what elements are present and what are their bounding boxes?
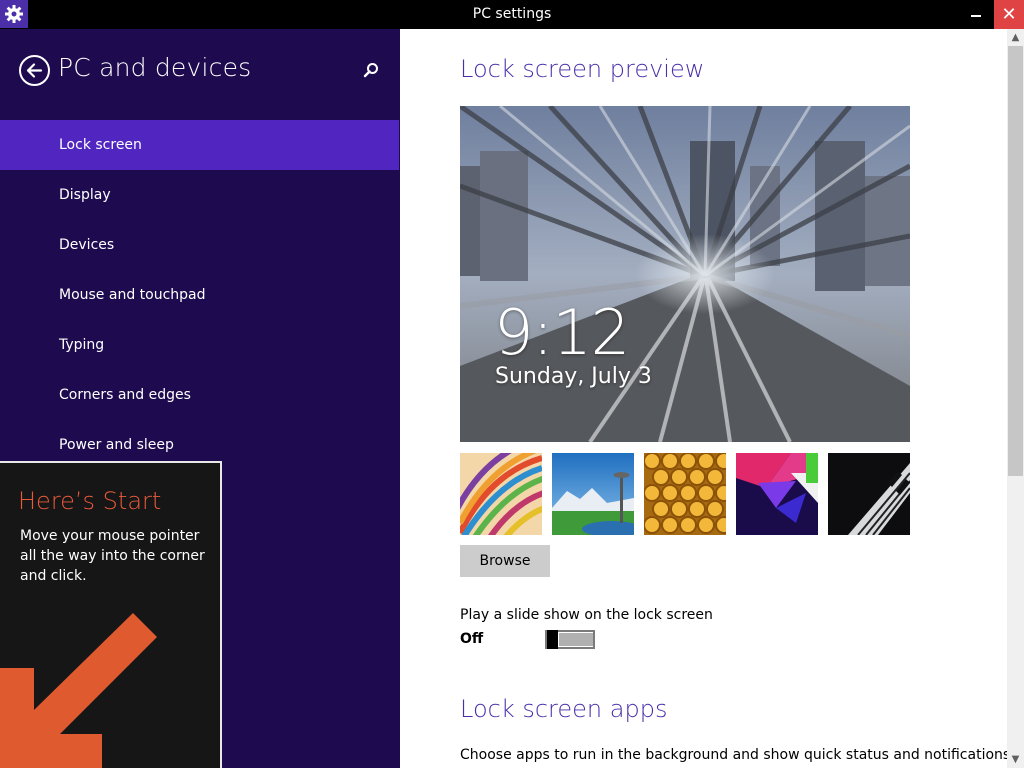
lock-screen-date: Sunday, July 3 <box>495 364 652 389</box>
title-bar: PC settings ✕ <box>0 0 1024 29</box>
tip-body: Move your mouse pointer all the way into… <box>20 528 205 584</box>
slideshow-label: Play a slide show on the lock screen <box>460 607 713 623</box>
toggle-track <box>559 633 593 646</box>
wallpaper-thumbnail-piano[interactable] <box>828 453 910 535</box>
minimize-button[interactable] <box>960 0 992 29</box>
sidebar-item-label: Devices <box>59 237 115 253</box>
wallpaper-thumbnail-space-needle[interactable] <box>552 453 634 535</box>
lock-screen-preview: 9:12 Sunday, July 3 <box>460 106 910 442</box>
sidebar-item-label: Display <box>59 187 111 203</box>
main-content: Lock screen preview 9:12 Sunday, July 3 … <box>400 29 1015 768</box>
back-button[interactable] <box>19 55 50 86</box>
slideshow-toggle[interactable] <box>545 630 595 649</box>
toggle-knob <box>547 630 558 649</box>
sidebar-item-mouse-and-touchpad[interactable]: Mouse and touchpad <box>0 270 399 320</box>
sidebar-item-lock-screen[interactable]: Lock screen <box>0 120 399 170</box>
lock-screen-preview-heading: Lock screen preview <box>460 55 705 83</box>
minimize-icon <box>971 15 981 17</box>
wallpaper-thumbnail-honeycomb[interactable] <box>644 453 726 535</box>
back-arrow-icon <box>26 63 43 78</box>
sidebar-item-display[interactable]: Display <box>0 170 399 220</box>
corner-arrow-icon <box>0 613 157 768</box>
scroll-up-icon[interactable]: ▲ <box>1007 29 1024 46</box>
sidebar-item-label: Corners and edges <box>59 387 191 403</box>
browse-button[interactable]: Browse <box>460 545 550 577</box>
page-title: PC and devices <box>58 53 252 82</box>
search-button[interactable] <box>361 61 381 81</box>
search-icon <box>363 63 378 78</box>
wallpaper-thumbnail-stripes[interactable] <box>460 453 542 535</box>
start-tip-popup: Here’s Start Move your mouse pointer all… <box>0 461 222 768</box>
wallpaper-thumbnail-abstract[interactable] <box>736 453 818 535</box>
sidebar-item-label: Power and sleep <box>59 437 174 453</box>
sidebar-item-label: Typing <box>59 337 105 353</box>
scroll-down-icon[interactable]: ▼ <box>1007 751 1024 768</box>
lock-screen-time: 9:12 <box>494 296 630 369</box>
lock-screen-apps-description: Choose apps to run in the background and… <box>460 747 1015 763</box>
lock-screen-apps-heading: Lock screen apps <box>460 695 668 723</box>
sidebar-item-label: Lock screen <box>59 137 142 153</box>
sidebar-item-devices[interactable]: Devices <box>0 220 399 270</box>
scrollbar[interactable]: ▲ ▼ <box>1007 29 1024 768</box>
scrollbar-thumb[interactable] <box>1008 46 1023 476</box>
sidebar-item-corners-and-edges[interactable]: Corners and edges <box>0 370 399 420</box>
close-button[interactable]: ✕ <box>994 0 1024 29</box>
sidebar-item-typing[interactable]: Typing <box>0 320 399 370</box>
slideshow-state: Off <box>460 631 484 647</box>
sidebar-item-label: Mouse and touchpad <box>59 287 206 303</box>
close-icon: ✕ <box>1001 4 1017 25</box>
window-title: PC settings <box>472 6 552 22</box>
tip-title: Here’s Start <box>18 487 162 515</box>
